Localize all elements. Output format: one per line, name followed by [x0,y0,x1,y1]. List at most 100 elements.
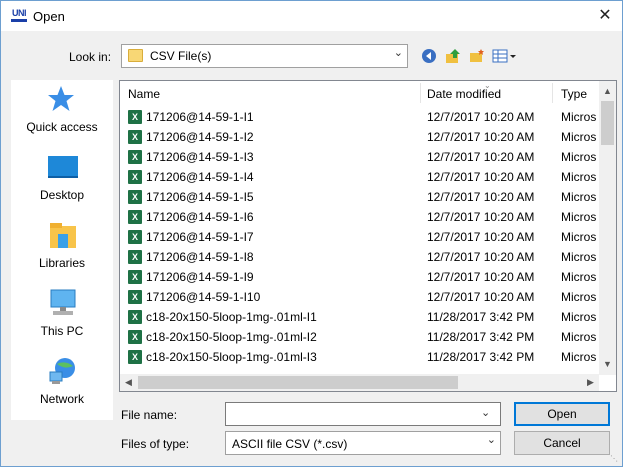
hscroll-thumb[interactable] [138,376,458,389]
chevron-down-icon[interactable]: ⌄ [481,406,490,419]
file-type: Micros [561,350,597,364]
file-row[interactable]: X 171206@14-59-1-I7 12/7/2017 10:20 AM Micr… [120,227,600,247]
place-this-pc[interactable]: This PC [11,284,113,346]
file-date: 12/7/2017 10:20 AM [427,190,535,204]
place-quick-access[interactable]: Quick access [11,80,113,142]
file-date: 12/7/2017 10:20 AM [427,210,535,224]
file-date: 12/7/2017 10:20 AM [427,290,535,304]
excel-file-icon: X [128,350,142,364]
file-row[interactable]: X 171206@14-59-1-I9 12/7/2017 10:20 AM Micr… [120,267,600,287]
place-label: Desktop [39,188,85,202]
file-date: 11/28/2017 3:42 PM [427,310,535,324]
column-header-date[interactable]: Date modified [427,87,501,101]
place-libraries[interactable]: Libraries [11,216,113,278]
file-date: 12/7/2017 10:20 AM [427,110,535,124]
file-name: 171206@14-59-1-I7 [146,230,254,244]
open-button[interactable]: Open [514,402,610,426]
file-type: Micros [561,290,597,304]
place-label: Network [39,392,84,406]
excel-file-icon: X [128,130,142,144]
file-row[interactable]: Xc18-20x150-5loop-1mg-.01ml-I3 11/28/2017… [120,347,600,367]
file-name: 171206@14-59-1-I8 [146,250,254,264]
file-type: Micros [561,110,597,124]
column-separator[interactable] [420,83,421,103]
up-folder-button[interactable] [443,46,463,66]
star-icon [48,86,74,111]
file-row[interactable]: Xc18-20x150-5loop-1mg-.01ml-I1 11/28/2017… [120,307,600,327]
file-name: 171206@14-59-1-I1 [146,110,254,124]
open-dialog: UNI Open ✕ Look in: CSV File(s) ⌄ Quick … [0,0,623,467]
view-menu-button[interactable] [491,46,519,66]
horizontal-scrollbar[interactable]: ◀ ▶ [120,374,599,391]
scroll-left-icon[interactable]: ◀ [120,374,137,391]
excel-file-icon: X [128,190,142,204]
column-header-name[interactable]: Name [128,87,160,101]
file-name: c18-20x150-5loop-1mg-.01ml-I3 [146,350,317,364]
file-date: 12/7/2017 10:20 AM [427,150,535,164]
file-name-label: File name: [121,408,178,422]
file-row[interactable]: X 171206@14-59-1-I1 12/7/2017 10:20 AM Micr… [120,107,600,127]
title-bar[interactable]: UNI Open ✕ [1,1,622,31]
file-name: 171206@14-59-1-I4 [146,170,254,184]
file-name-input[interactable] [225,402,501,426]
new-folder-button[interactable] [467,46,487,66]
column-header-type[interactable]: Type [561,87,587,101]
desktop-icon [48,156,78,178]
excel-file-icon: X [128,250,142,264]
file-type: Micros [561,210,597,224]
file-name: 171206@14-59-1-I9 [146,270,254,284]
look-in-label: Look in: [69,50,112,64]
file-type: Micros [561,310,597,324]
file-row[interactable]: Xc18-20x150-5loop-1mg-.01ml-I2 11/28/2017… [120,327,600,347]
file-row[interactable]: X 171206@14-59-1-I3 12/7/2017 10:20 AM Micr… [120,147,600,167]
place-label: This PC [40,324,84,338]
scroll-down-icon[interactable]: ▼ [599,356,616,373]
vertical-scrollbar[interactable]: ▲ ▼ [599,81,616,375]
file-type: Micros [561,190,597,204]
file-name: 171206@14-59-1-I5 [146,190,254,204]
file-row[interactable]: X 171206@14-59-1-I2 12/7/2017 10:20 AM Micr… [120,127,600,147]
excel-file-icon: X [128,230,142,244]
look-in-value: CSV File(s) [150,49,212,63]
file-row[interactable]: X 171206@14-59-1-I4 12/7/2017 10:20 AM Micr… [120,167,600,187]
network-icon [49,358,75,384]
file-date: 11/28/2017 3:42 PM [427,330,535,344]
column-separator[interactable] [552,83,553,103]
file-name: 171206@14-59-1-I10 [146,290,261,304]
places-bar: Quick access Desktop Libraries This PC N… [11,80,113,420]
file-type-dropdown[interactable]: ASCII file CSV (*.csv) ⌄ [225,431,501,455]
place-label: Quick access [26,120,98,134]
chevron-down-icon[interactable]: ⌄ [394,46,403,59]
app-icon: UNI [11,8,27,22]
file-type: Micros [561,230,597,244]
excel-file-icon: X [128,170,142,184]
excel-file-icon: X [128,330,142,344]
file-type: Micros [561,150,597,164]
chevron-down-icon[interactable]: ⌄ [487,433,496,446]
excel-file-icon: X [128,310,142,324]
file-row[interactable]: X 171206@14-59-1-I8 12/7/2017 10:20 AM Micr… [120,247,600,267]
scroll-up-icon[interactable]: ▲ [599,83,616,100]
file-row[interactable]: X 171206@14-59-1-I5 12/7/2017 10:20 AM Micr… [120,187,600,207]
cancel-button[interactable]: Cancel [514,431,610,455]
excel-file-icon: X [128,210,142,224]
resize-grip-icon[interactable]: ⋱ [610,454,620,464]
place-desktop[interactable]: Desktop [11,148,113,210]
file-row[interactable]: X 171206@14-59-1-I6 12/7/2017 10:20 AM Micr… [120,207,600,227]
back-button[interactable] [419,46,439,66]
file-list[interactable]: ⌄ Name Date modified Type X 171206@14-59-… [119,80,617,392]
close-button[interactable]: ✕ [594,5,616,27]
scroll-thumb[interactable] [601,101,614,145]
file-type-value: ASCII file CSV (*.csv) [232,437,348,451]
look-in-dropdown[interactable]: CSV File(s) ⌄ [121,44,408,68]
dialog-title: Open [33,9,65,24]
file-date: 12/7/2017 10:20 AM [427,170,535,184]
file-date: 12/7/2017 10:20 AM [427,130,535,144]
scroll-right-icon[interactable]: ▶ [582,374,599,391]
excel-file-icon: X [128,150,142,164]
file-row[interactable]: X 171206@14-59-1-I10 12/7/2017 10:20 AM Mic… [120,287,600,307]
file-type-label: Files of type: [121,437,190,451]
up-folder-icon [446,49,460,63]
place-network[interactable]: Network [11,352,113,414]
file-type: Micros [561,270,597,284]
